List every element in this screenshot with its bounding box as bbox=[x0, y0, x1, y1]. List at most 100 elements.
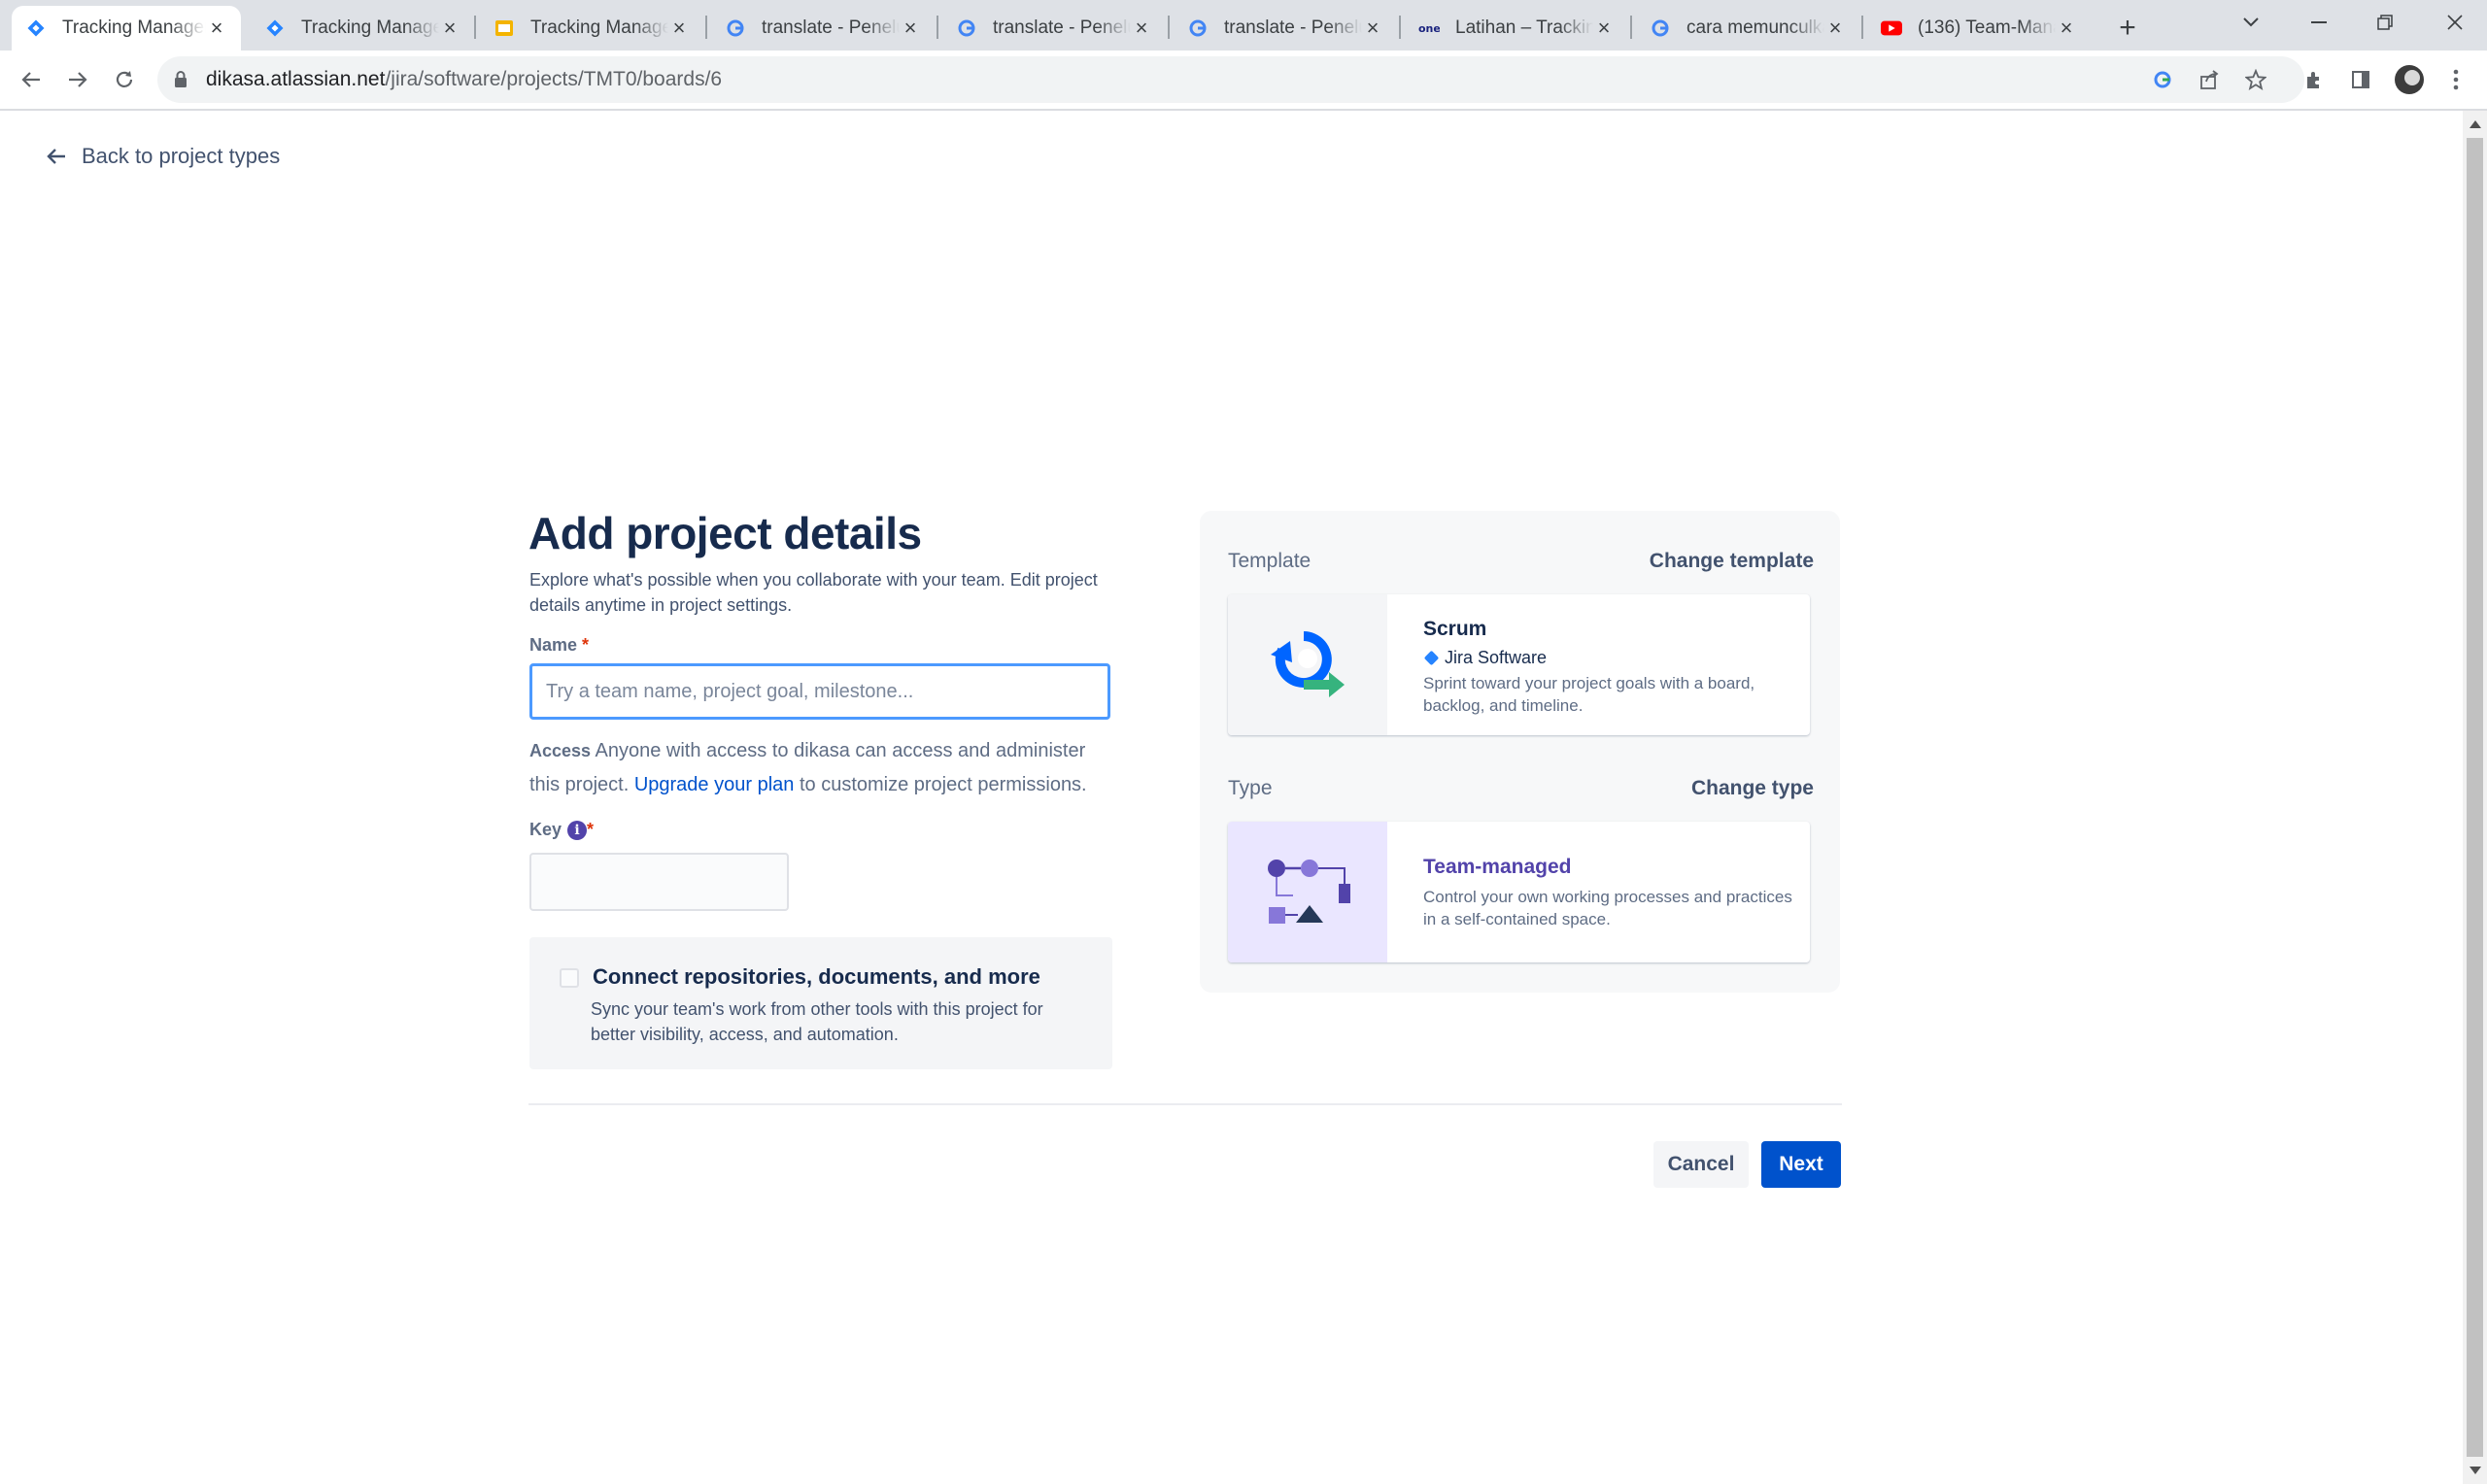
close-tab-icon[interactable]: × bbox=[439, 17, 460, 39]
forward-arrow-icon[interactable] bbox=[58, 60, 97, 99]
side-panel-icon[interactable] bbox=[2343, 62, 2378, 97]
google-icon bbox=[1650, 17, 1671, 39]
bookmark-star-icon[interactable] bbox=[2238, 62, 2273, 97]
close-tab-icon[interactable]: × bbox=[2056, 17, 2077, 39]
key-label-text: Key bbox=[529, 820, 562, 839]
name-field-label: Name * bbox=[529, 635, 589, 656]
connect-tools-checkbox[interactable] bbox=[560, 968, 579, 988]
browser-tab[interactable]: (136) Team-Managed × bbox=[1867, 6, 2091, 51]
required-mark: * bbox=[582, 635, 590, 655]
access-tail: to customize project permissions. bbox=[799, 774, 1087, 795]
tab-search-icon[interactable] bbox=[2219, 0, 2283, 45]
close-tab-icon[interactable]: × bbox=[206, 17, 227, 39]
template-heading: Template bbox=[1228, 550, 1312, 572]
close-tab-icon[interactable]: × bbox=[900, 17, 921, 39]
template-name: Scrum bbox=[1423, 618, 1487, 640]
one-icon: one bbox=[1418, 17, 1440, 39]
svg-text:one: one bbox=[1418, 22, 1440, 35]
browser-tab[interactable]: Tracking Manager × bbox=[12, 6, 241, 51]
type-name: Team-managed bbox=[1423, 856, 1572, 878]
cancel-button[interactable]: Cancel bbox=[1653, 1141, 1749, 1188]
tab-title: translate - Penelusuran bbox=[762, 17, 900, 38]
restore-icon[interactable] bbox=[2353, 0, 2417, 45]
tab-separator bbox=[705, 16, 707, 39]
profile-avatar[interactable] bbox=[2392, 62, 2427, 97]
tab-separator bbox=[1168, 16, 1170, 39]
google-icon bbox=[1187, 17, 1209, 39]
change-type-button[interactable]: Change type bbox=[1691, 777, 1814, 800]
scroll-thumb[interactable] bbox=[2467, 138, 2483, 1457]
name-label-text: Name bbox=[529, 635, 578, 655]
google-lens-icon[interactable] bbox=[2145, 62, 2180, 97]
close-tab-icon[interactable]: × bbox=[668, 17, 690, 39]
template-card[interactable]: Scrum Jira Software Sprint toward your p… bbox=[1228, 594, 1810, 735]
connect-tools-description: Sync your team's work from other tools w… bbox=[591, 999, 1043, 1044]
tab-title: translate - Penelusuran bbox=[993, 17, 1131, 38]
browser-toolbar: dikasa.atlassian.net/jira/software/proje… bbox=[0, 51, 2487, 111]
slides-icon bbox=[494, 17, 515, 39]
close-tab-icon[interactable]: × bbox=[1362, 17, 1383, 39]
project-key-input[interactable] bbox=[529, 853, 789, 911]
url-host: dikasa.atlassian.net bbox=[206, 68, 386, 90]
next-button[interactable]: Next bbox=[1761, 1141, 1841, 1188]
back-label: Back to project types bbox=[82, 144, 281, 168]
lock-icon[interactable] bbox=[173, 70, 188, 94]
template-brand: Jira Software bbox=[1423, 648, 1547, 668]
access-label: Access bbox=[529, 741, 592, 760]
share-icon[interactable] bbox=[2192, 62, 2227, 97]
connect-tools-title: Connect repositories, documents, and mor… bbox=[593, 964, 1040, 989]
menu-kebab-icon[interactable] bbox=[2438, 62, 2473, 97]
url-path: /jira/software/projects/TMT0/boards/6 bbox=[385, 68, 723, 90]
back-to-project-types-link[interactable]: Back to project types bbox=[45, 144, 280, 169]
access-info: Access Anyone with access to dikasa can … bbox=[529, 734, 1112, 802]
tab-title: (136) Team-Managed bbox=[1918, 17, 2056, 38]
arrow-left-icon bbox=[47, 149, 65, 164]
template-brand-text: Jira Software bbox=[1445, 648, 1548, 667]
tab-separator bbox=[1861, 16, 1863, 39]
page-scrollbar[interactable] bbox=[2463, 111, 2487, 1484]
browser-tab-strip: Tracking Manager × Tracking Manager × Tr… bbox=[0, 0, 2487, 51]
connect-tools-box: Connect repositories, documents, and mor… bbox=[529, 937, 1112, 1069]
scrum-illustration bbox=[1228, 594, 1387, 735]
project-name-input[interactable] bbox=[529, 663, 1110, 720]
tab-separator bbox=[937, 16, 938, 39]
tab-separator bbox=[1630, 16, 1632, 39]
browser-tab[interactable]: Tracking Manager × bbox=[480, 6, 703, 51]
close-tab-icon[interactable]: × bbox=[1824, 17, 1846, 39]
browser-tab[interactable]: cara memunculkan × bbox=[1636, 6, 1859, 51]
browser-tab[interactable]: translate - Penelusuran × bbox=[1174, 6, 1397, 51]
browser-tab[interactable]: Tracking Manager × bbox=[251, 6, 474, 51]
browser-tab[interactable]: translate - Penelusuran × bbox=[942, 6, 1166, 51]
tab-title: Tracking Manager bbox=[301, 17, 439, 38]
page-title: Add project details bbox=[528, 508, 922, 558]
url-text: dikasa.atlassian.net/jira/software/proje… bbox=[206, 68, 722, 91]
address-bar[interactable]: dikasa.atlassian.net/jira/software/proje… bbox=[157, 56, 2304, 103]
upgrade-plan-link[interactable]: Upgrade your plan bbox=[634, 774, 795, 795]
change-template-button[interactable]: Change template bbox=[1650, 550, 1814, 573]
scroll-down-icon[interactable] bbox=[2470, 1467, 2481, 1474]
type-card[interactable]: Team-managed Control your own working pr… bbox=[1228, 822, 1810, 962]
reload-icon[interactable] bbox=[105, 60, 144, 99]
key-field-label: Key i * bbox=[529, 820, 594, 840]
extensions-icon[interactable] bbox=[2297, 62, 2332, 97]
scroll-up-icon[interactable] bbox=[2470, 120, 2481, 128]
required-mark: * bbox=[587, 820, 595, 839]
info-icon[interactable]: i bbox=[567, 820, 588, 840]
type-heading: Type bbox=[1228, 777, 1273, 799]
back-arrow-icon[interactable] bbox=[12, 60, 51, 99]
browser-tab[interactable]: translate - Penelusuran × bbox=[711, 6, 935, 51]
tab-title: translate - Penelusuran bbox=[1224, 17, 1362, 38]
tab-title: cara memunculkan bbox=[1686, 17, 1824, 38]
jira-icon bbox=[264, 17, 286, 39]
minimize-icon[interactable] bbox=[2287, 0, 2351, 45]
type-description: Control your own working processes and p… bbox=[1423, 888, 1792, 928]
close-tab-icon[interactable]: × bbox=[1131, 17, 1152, 39]
new-tab-button[interactable]: + bbox=[2108, 6, 2147, 51]
page-description: Explore what's possible when you collabo… bbox=[529, 570, 1098, 615]
jira-software-icon bbox=[1423, 650, 1440, 666]
browser-tab[interactable]: one Latihan – Tracking × bbox=[1405, 6, 1628, 51]
template-type-panel: Template Change template Scrum Jira Soft… bbox=[1200, 511, 1840, 993]
tab-title: Tracking Manager bbox=[530, 17, 668, 38]
close-tab-icon[interactable]: × bbox=[1593, 17, 1615, 39]
close-window-icon[interactable] bbox=[2423, 0, 2487, 45]
